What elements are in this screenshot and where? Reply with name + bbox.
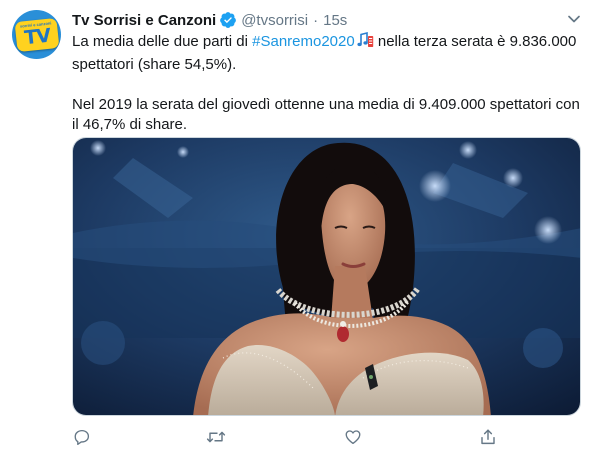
heart-icon: [345, 430, 361, 445]
tweet-actions: [72, 427, 512, 447]
music-notes-icon: [356, 31, 374, 55]
tweet-header: Tv Sorrisi e Canzoni @tvsorrisi · 15s: [72, 10, 347, 30]
like-button[interactable]: [343, 427, 363, 447]
tweet-photo[interactable]: [72, 137, 581, 416]
hashtag-link[interactable]: #Sanremo2020: [252, 33, 355, 50]
tweet-text: La media delle due parti di #Sanremo2020…: [72, 31, 582, 135]
chevron-down-icon[interactable]: [566, 11, 582, 27]
photo-woman-on-stage: [73, 138, 580, 415]
timestamp[interactable]: 15s: [323, 12, 347, 29]
share-icon: [481, 429, 495, 445]
reply-icon: [74, 429, 90, 446]
tweet: sorrisi e canzoni TV Tv Sorrisi e Canzon…: [0, 0, 596, 452]
reply-button[interactable]: [72, 427, 92, 447]
avatar[interactable]: sorrisi e canzoni TV: [12, 10, 61, 59]
tweet-paragraph-1: La media delle due parti di #Sanremo2020…: [72, 31, 582, 75]
display-name[interactable]: Tv Sorrisi e Canzoni: [72, 12, 216, 29]
tv-sorrisi-logo: sorrisi e canzoni TV: [14, 17, 59, 52]
tweet-text-part-1: La media delle due parti di: [72, 33, 253, 50]
share-button[interactable]: [478, 427, 498, 447]
handle[interactable]: @tvsorrisi: [241, 12, 308, 29]
retweet-icon: [206, 431, 226, 443]
verified-badge-icon: [219, 11, 237, 29]
retweet-button[interactable]: [206, 427, 226, 447]
tweet-paragraph-2: Nel 2019 la serata del giovedì ottenne u…: [72, 96, 580, 133]
separator-dot: ·: [313, 11, 319, 29]
